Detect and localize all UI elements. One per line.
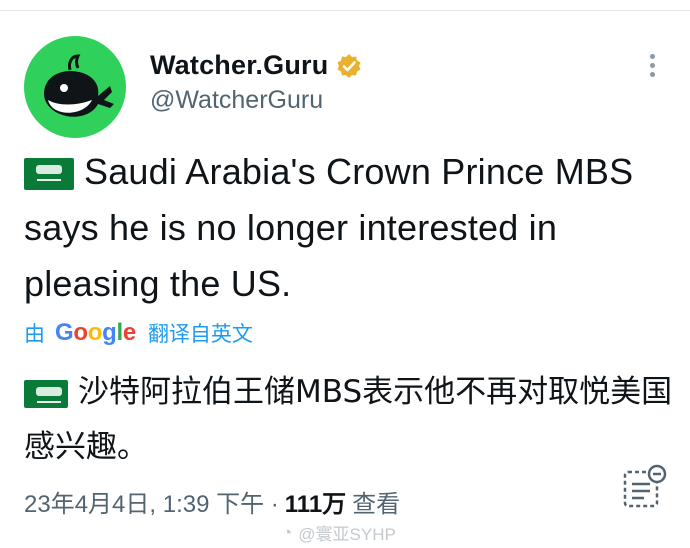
dot-icon	[649, 54, 655, 59]
tweet-text-english: Saudi Arabia's Crown Prince MBS says he …	[24, 144, 664, 312]
google-logo: Google	[55, 319, 136, 346]
tweet-text-translated: 沙特阿拉伯王储MBS表示他不再对取悦美国感兴趣。	[24, 365, 674, 475]
watermark-text: @寰亚SYHP	[298, 525, 396, 544]
display-name[interactable]: Watcher.Guru	[150, 50, 328, 81]
dot-icon	[649, 72, 655, 77]
saudi-arabia-flag-icon	[24, 379, 68, 408]
dot-icon	[649, 63, 655, 68]
timestamp[interactable]: 23年4月4日, 1:39 下午 ·	[24, 484, 279, 519]
whale-logo-icon	[44, 54, 114, 117]
translated-by-prefix: 由	[24, 323, 45, 346]
avatar[interactable]	[24, 36, 126, 138]
views-label: 查看	[352, 491, 401, 518]
account-handle[interactable]: @WatcherGuru	[150, 86, 323, 115]
translated-by-google-link[interactable]: 由 Google 翻译自英文	[24, 318, 253, 348]
translated-from-label: 翻译自英文	[147, 323, 253, 346]
watermark: ◔ @寰亚SYHP	[282, 520, 396, 545]
weibo-icon: ◔	[282, 522, 293, 542]
view-count: 111万	[284, 491, 347, 518]
tweet-meta: 23年4月4日, 1:39 下午 · 111万 查看	[24, 484, 400, 519]
top-divider	[0, 10, 690, 11]
tweet-text: Saudi Arabia's Crown Prince MBS says he …	[24, 151, 634, 304]
account-name-row[interactable]: Watcher.Guru	[150, 50, 362, 81]
verified-badge-icon	[337, 53, 361, 78]
community-notes-icon[interactable]	[620, 464, 668, 512]
saudi-arabia-flag-icon	[24, 158, 74, 191]
translated-text: 沙特阿拉伯王储MBS表示他不再对取悦美国感兴趣。	[24, 374, 673, 465]
more-options-button[interactable]	[640, 50, 664, 84]
